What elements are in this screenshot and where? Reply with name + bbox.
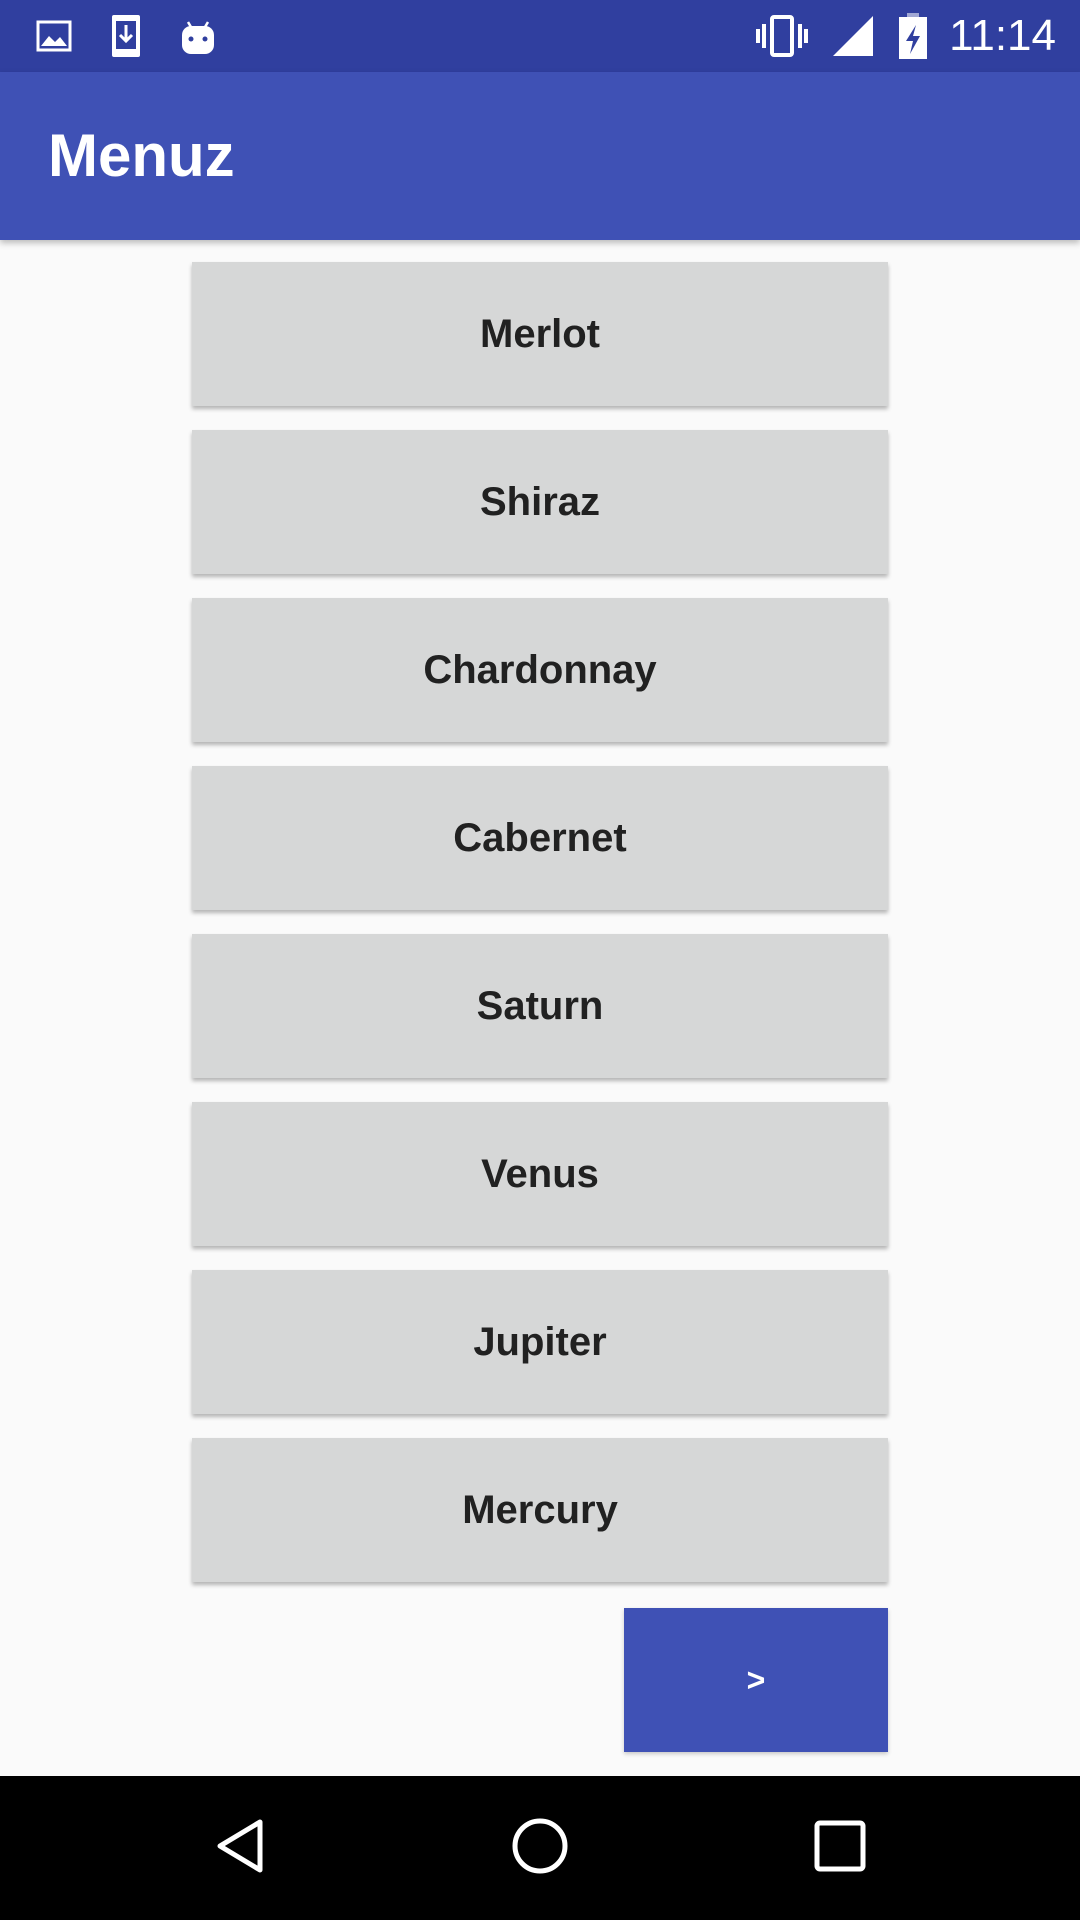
image-icon [36,0,72,72]
menu-button-jupiter[interactable]: Jupiter [192,1270,888,1414]
menu-button-merlot[interactable]: Merlot [192,262,888,406]
menu-list: Merlot Shiraz Chardonnay Cabernet Saturn… [192,262,888,1606]
recents-icon [812,1818,868,1879]
menu-button-chardonnay[interactable]: Chardonnay [192,598,888,742]
app-bar: Menuz [0,72,1080,240]
signal-icon [830,0,876,72]
status-time: 11:14 [949,11,1056,60]
status-bar: 11:14 [0,0,1080,72]
home-button[interactable] [460,1776,620,1920]
menu-button-cabernet[interactable]: Cabernet [192,766,888,910]
back-icon [210,1816,270,1881]
menu-button-mercury[interactable]: Mercury [192,1438,888,1582]
vibrate-icon [754,0,810,72]
navigation-bar [0,1776,1080,1920]
android-icon [178,0,218,72]
next-button[interactable]: > [624,1608,888,1752]
recents-button[interactable] [760,1776,920,1920]
menu-button-venus[interactable]: Venus [192,1102,888,1246]
menu-button-shiraz[interactable]: Shiraz [192,430,888,574]
battery-charging-icon [896,0,930,72]
menu-button-saturn[interactable]: Saturn [192,934,888,1078]
home-icon [510,1816,570,1881]
back-button[interactable] [160,1776,320,1920]
app-title: Menuz [48,122,235,189]
download-icon [108,0,144,72]
